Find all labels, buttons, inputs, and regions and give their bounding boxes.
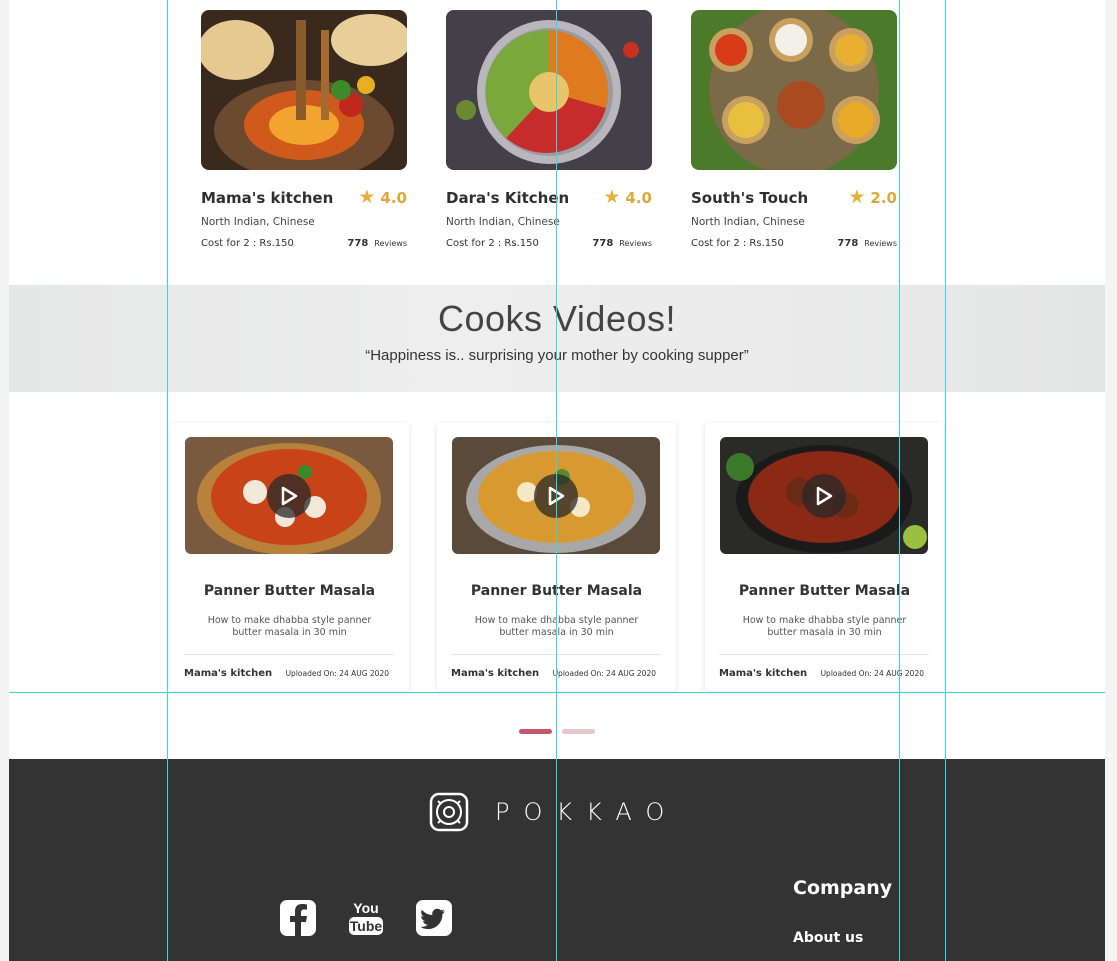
guide-line: [556, 0, 557, 961]
logo-text: POKKAO: [495, 798, 679, 826]
guide-line: [9, 692, 1105, 693]
rating-value: 4.0: [625, 188, 652, 207]
restaurant-card[interactable]: Mama's kitchen ★ 4.0 North Indian, Chine…: [201, 10, 407, 249]
upload-date: Uploaded On: 24 AUG 2020: [552, 669, 656, 678]
cuisine-text: North Indian, Chinese: [691, 216, 805, 228]
rating: ★ 4.0: [358, 188, 407, 207]
guide-line: [945, 0, 946, 961]
logo-icon: [429, 792, 469, 832]
cuisine-text: North Indian, Chinese: [446, 216, 560, 228]
video-author[interactable]: Mama's kitchen: [184, 668, 272, 679]
divider: [184, 654, 394, 655]
play-button[interactable]: [267, 473, 311, 518]
video-title[interactable]: Panner Butter Masala: [170, 583, 409, 599]
rating: ★ 4.0: [603, 188, 652, 207]
restaurant-name[interactable]: Mama's kitchen: [201, 189, 333, 207]
video-title[interactable]: Panner Butter Masala: [705, 583, 944, 599]
facebook-icon[interactable]: [279, 899, 317, 937]
review-count: 778: [347, 238, 369, 249]
video-card[interactable]: Panner Butter Masala How to make dhabba …: [705, 423, 944, 691]
restaurant-image[interactable]: [691, 10, 897, 170]
play-icon: [816, 486, 833, 505]
footer-link-about-us[interactable]: About us: [793, 930, 863, 946]
upload-date: Uploaded On: 24 AUG 2020: [285, 669, 389, 678]
star-icon: ★: [848, 186, 866, 208]
pager-dot-active[interactable]: [519, 729, 552, 734]
review-count: 778: [837, 238, 859, 249]
video-author[interactable]: Mama's kitchen: [719, 668, 807, 679]
svg-text:Tube: Tube: [350, 918, 383, 934]
rating: ★ 2.0: [848, 188, 897, 207]
restaurant-name[interactable]: Dara's Kitchen: [446, 189, 569, 207]
reviews: 778 Reviews: [837, 238, 897, 249]
cost-text: Cost for 2 : Rs.150: [446, 238, 539, 249]
carousel-pager: [519, 729, 595, 734]
guide-line: [167, 0, 168, 961]
restaurant-name[interactable]: South's Touch: [691, 189, 808, 207]
youtube-icon[interactable]: You Tube: [347, 899, 385, 937]
divider: [719, 654, 929, 655]
video-card[interactable]: Panner Butter Masala How to make dhabba …: [170, 423, 409, 691]
cost-text: Cost for 2 : Rs.150: [691, 238, 784, 249]
rating-value: 4.0: [380, 188, 407, 207]
star-icon: ★: [603, 186, 621, 208]
videos-banner: Cooks Videos! “Happiness is.. surprising…: [9, 285, 1105, 392]
video-author[interactable]: Mama's kitchen: [451, 668, 539, 679]
review-label: Reviews: [374, 239, 407, 248]
reviews: 778 Reviews: [347, 238, 407, 249]
upload-date: Uploaded On: 24 AUG 2020: [820, 669, 924, 678]
restaurant-card[interactable]: Dara's Kitchen ★ 4.0 North Indian, Chine…: [446, 10, 652, 249]
footer-heading-company: Company: [793, 877, 893, 899]
restaurant-image[interactable]: [446, 10, 652, 170]
rating-value: 2.0: [870, 188, 897, 207]
video-description: How to make dhabba style panner butter m…: [207, 615, 372, 638]
review-label: Reviews: [864, 239, 897, 248]
restaurant-card[interactable]: South's Touch ★ 2.0 North Indian, Chines…: [691, 10, 897, 249]
video-thumbnail[interactable]: [185, 437, 393, 554]
twitter-icon[interactable]: [415, 899, 453, 937]
svg-text:You: You: [353, 900, 378, 916]
pager-dot[interactable]: [562, 729, 595, 734]
play-icon: [281, 486, 298, 505]
restaurant-image[interactable]: [201, 10, 407, 170]
section-title: Cooks Videos!: [438, 298, 676, 339]
review-label: Reviews: [619, 239, 652, 248]
reviews: 778 Reviews: [592, 238, 652, 249]
guide-line: [899, 0, 900, 961]
logo[interactable]: POKKAO: [429, 792, 678, 832]
section-quote: “Happiness is.. surprising your mother b…: [365, 347, 749, 364]
play-button[interactable]: [802, 473, 846, 518]
social-links: You Tube: [279, 899, 453, 937]
review-count: 778: [592, 238, 614, 249]
footer: POKKAO You Tube Company About us: [9, 759, 1105, 961]
video-thumbnail[interactable]: [720, 437, 928, 554]
cost-text: Cost for 2 : Rs.150: [201, 238, 294, 249]
cuisine-text: North Indian, Chinese: [201, 216, 315, 228]
page: Mama's kitchen ★ 4.0 North Indian, Chine…: [9, 0, 1105, 961]
star-icon: ★: [358, 186, 376, 208]
video-description: How to make dhabba style panner butter m…: [742, 615, 907, 638]
